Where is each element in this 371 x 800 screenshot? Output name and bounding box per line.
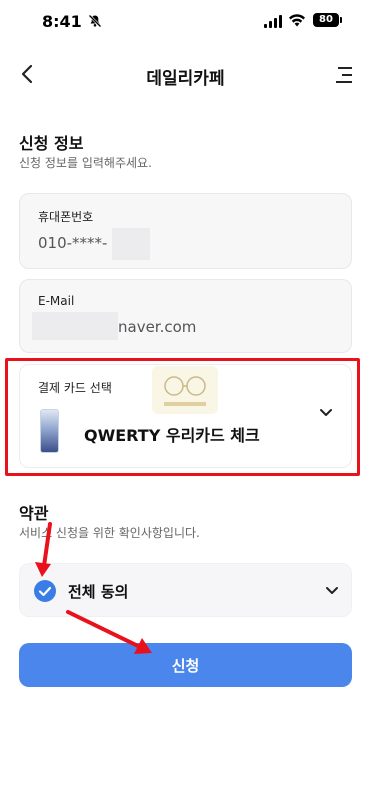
chevron-down-icon[interactable]	[325, 586, 339, 596]
highlight-box	[5, 358, 360, 476]
page-title: 데일리카페	[146, 69, 225, 89]
email-field-value: naver.com	[118, 318, 197, 336]
agree-all-row[interactable]: 전체 동의	[19, 563, 352, 617]
silent-bell-icon	[88, 14, 102, 31]
email-field[interactable]: E-Mail naver.com	[19, 279, 352, 353]
section-subtitle-application: 신청 정보를 입력해주세요.	[19, 156, 152, 170]
check-icon	[38, 586, 52, 597]
email-field-label: E-Mail	[38, 294, 75, 308]
section-title-application: 신청 정보	[19, 134, 84, 153]
agree-all-checkbox[interactable]	[34, 580, 56, 602]
phone-field-value: 010-****-	[38, 234, 108, 252]
cellular-signal-icon	[264, 14, 282, 28]
battery-tip	[340, 17, 342, 23]
section-subtitle-terms: 서비스 신청을 위한 확인사항입니다.	[19, 526, 200, 540]
phone-field[interactable]: 휴대폰번호 010-****-	[19, 193, 352, 269]
wifi-icon	[288, 12, 306, 32]
battery-icon: 80	[313, 13, 339, 27]
menu-button[interactable]	[332, 63, 354, 87]
agree-all-label: 전체 동의	[68, 583, 129, 601]
redaction-mask	[32, 312, 118, 340]
section-title-terms: 약관	[19, 504, 49, 523]
status-time: 8:41	[42, 12, 82, 31]
submit-button[interactable]: 신청	[19, 643, 352, 687]
phone-field-label: 휴대폰번호	[38, 210, 94, 224]
redaction-mask	[112, 228, 150, 260]
